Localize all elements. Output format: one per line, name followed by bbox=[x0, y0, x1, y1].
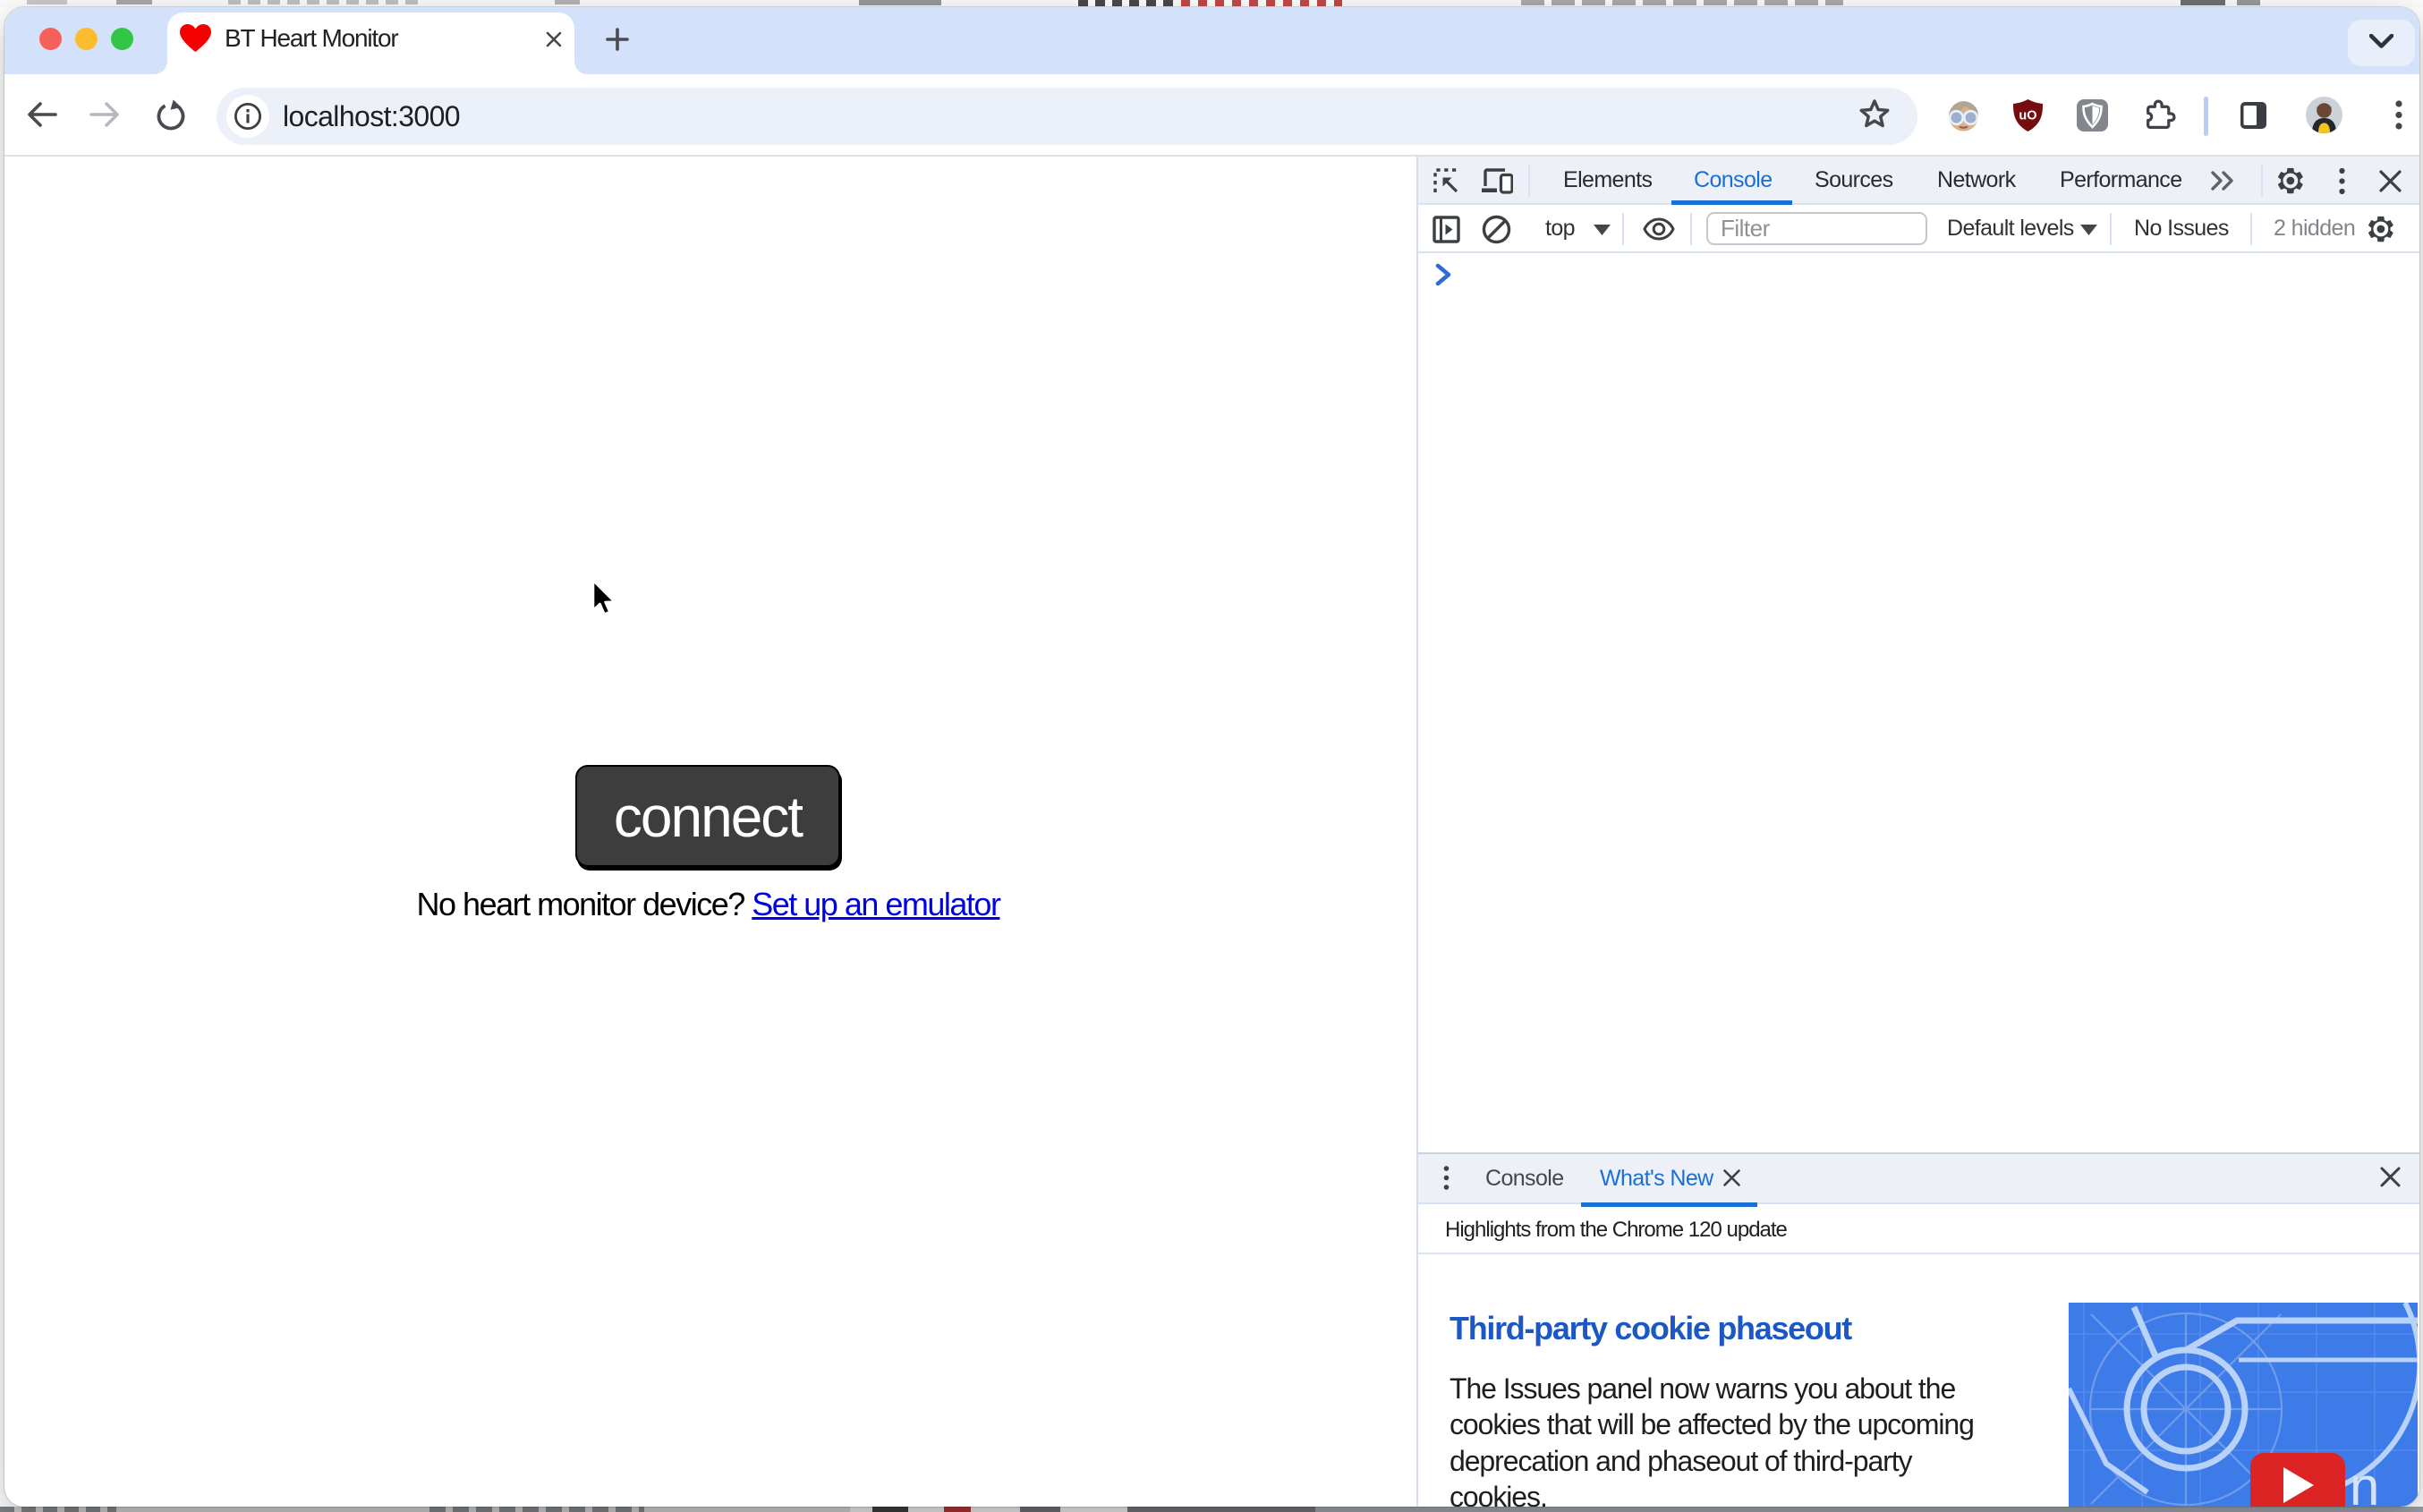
svg-text:n: n bbox=[2350, 1457, 2379, 1507]
svg-text:uO: uO bbox=[2019, 109, 2036, 123]
